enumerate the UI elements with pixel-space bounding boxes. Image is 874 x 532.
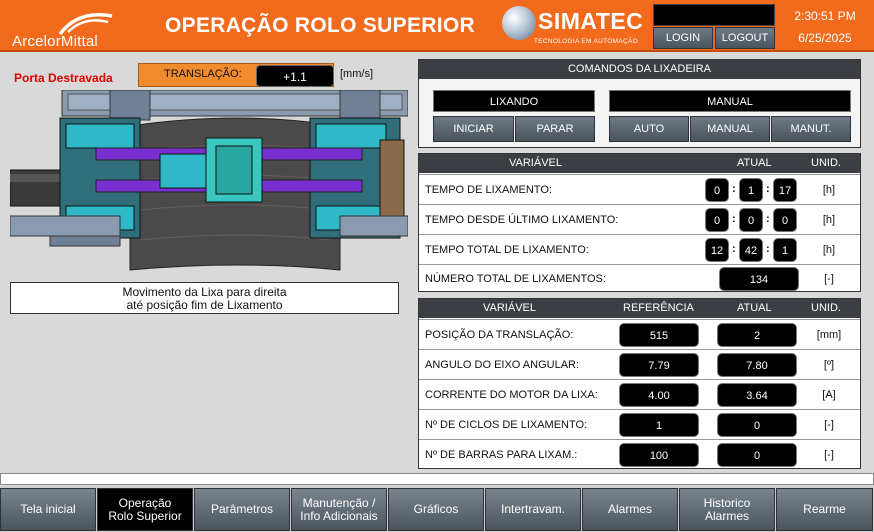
mode-status: MANUAL — [609, 90, 851, 112]
table-row: NÚMERO TOTAL DE LIXAMENTOS: 134 [-] — [419, 264, 860, 292]
seconds-value: 0 — [773, 208, 797, 232]
minutes-value: 0 — [739, 208, 763, 232]
reference-value: 4.00 — [619, 383, 699, 407]
nav-maintenance[interactable]: Manutenção / Info Adicionais — [291, 488, 387, 531]
hours-value: 0 — [705, 178, 729, 202]
seconds-value: 1 — [773, 238, 797, 262]
actual-value: 2 — [717, 323, 797, 347]
table-row: Nº DE BARRAS PARA LIXAM.: 100 0 [-] — [419, 439, 860, 469]
translation-value: +1.1 — [256, 65, 334, 87]
stop-button[interactable]: PARAR — [515, 116, 595, 142]
table-row: ANGULO DO EIXO ANGULAR: 7.79 7.80 [º] — [419, 349, 860, 379]
login-button[interactable]: LOGIN — [653, 27, 713, 49]
hours-value: 0 — [705, 208, 729, 232]
auto-button[interactable]: AUTO — [609, 116, 689, 142]
nav-charts[interactable]: Gráficos — [388, 488, 484, 531]
actual-value: 3.64 — [717, 383, 797, 407]
table-row: TEMPO DE LIXAMENTO: 0 : 1 : 17 [h] — [419, 174, 860, 204]
translation-label: TRANSLAÇÃO: — [164, 68, 242, 80]
roller-machine-diagram — [9, 89, 409, 274]
table-row: POSIÇÃO DA TRANSLAÇÃO: 515 2 [mm] — [419, 319, 860, 349]
nav-reset[interactable]: Rearme — [776, 488, 873, 531]
seconds-value: 17 — [773, 178, 797, 202]
status-message: Movimento da Lixa para direita até posiç… — [10, 282, 399, 314]
nav-home[interactable]: Tela inicial — [0, 488, 96, 531]
variables-panel: VARIÁVEL REFERÊNCIA ATUAL UNID. POSIÇÃO … — [418, 298, 861, 469]
manual-button[interactable]: MANUAL — [690, 116, 770, 142]
actual-value: 7.80 — [717, 353, 797, 377]
translation-unit: [mm/s] — [340, 68, 373, 80]
clock-date: 6/25/2025 — [798, 31, 852, 45]
maintenance-button[interactable]: MANUT. — [771, 116, 851, 142]
page-title: OPERAÇÃO ROLO SUPERIOR — [165, 14, 475, 37]
commands-panel: COMANDOS DA LIXADEIRA LIXANDO MANUAL INI… — [418, 59, 861, 148]
door-status: Porta Destravada — [14, 71, 113, 85]
nav-operation-upper-roll[interactable]: Operação Rolo Superior — [97, 488, 193, 531]
total-sandings-value: 134 — [719, 267, 799, 291]
variables-table-header: VARIÁVEL REFERÊNCIA ATUAL UNID. — [419, 299, 860, 318]
time-panel: VARIÁVEL ATUAL UNID. TEMPO DE LIXAMENTO:… — [418, 153, 861, 292]
actual-value: 0 — [717, 443, 797, 467]
reference-value: 515 — [619, 323, 699, 347]
nav-alarms[interactable]: Alarmes — [582, 488, 678, 531]
clock-time: 2:30:51 PM — [794, 9, 856, 23]
minutes-value: 42 — [739, 238, 763, 262]
alarm-status-bar — [0, 473, 874, 485]
table-row: TEMPO DESDE ÚLTIMO LIXAMENTO: 0 : 0 : 0 … — [419, 204, 860, 234]
minutes-value: 1 — [739, 178, 763, 202]
table-row: TEMPO TOTAL DE LIXAMENTO: 12 : 42 : 1 [h… — [419, 234, 860, 264]
logout-button[interactable]: LOGOUT — [715, 27, 775, 49]
hours-value: 12 — [705, 238, 729, 262]
user-display — [653, 4, 775, 26]
reference-value: 100 — [619, 443, 699, 467]
reference-value: 7.79 — [619, 353, 699, 377]
table-row: Nº DE CICLOS DE LIXAMENTO: 1 0 [-] — [419, 409, 860, 439]
actual-value: 0 — [717, 413, 797, 437]
arcelormittal-logo: ArcelorMittal — [6, 4, 126, 50]
start-button[interactable]: INICIAR — [433, 116, 514, 142]
globe-icon — [502, 6, 536, 40]
table-row: CORRENTE DO MOTOR DA LIXA: 4.00 3.64 [A] — [419, 379, 860, 409]
nav-interlocks[interactable]: Intertravam. — [485, 488, 581, 531]
nav-parameters[interactable]: Parâmetros — [194, 488, 290, 531]
reference-value: 1 — [619, 413, 699, 437]
commands-title: COMANDOS DA LIXADEIRA — [419, 60, 860, 79]
simatec-logo: SIMATEC TECNOLOGIA EM AUTOMAÇÃO — [502, 6, 643, 48]
nav-alarm-history[interactable]: Historico Alarmes — [679, 488, 775, 531]
header-bar: ArcelorMittal OPERAÇÃO ROLO SUPERIOR SIM… — [0, 0, 874, 52]
time-table-header: VARIÁVEL ATUAL UNID. — [419, 154, 860, 173]
sanding-status: LIXANDO — [433, 90, 595, 112]
